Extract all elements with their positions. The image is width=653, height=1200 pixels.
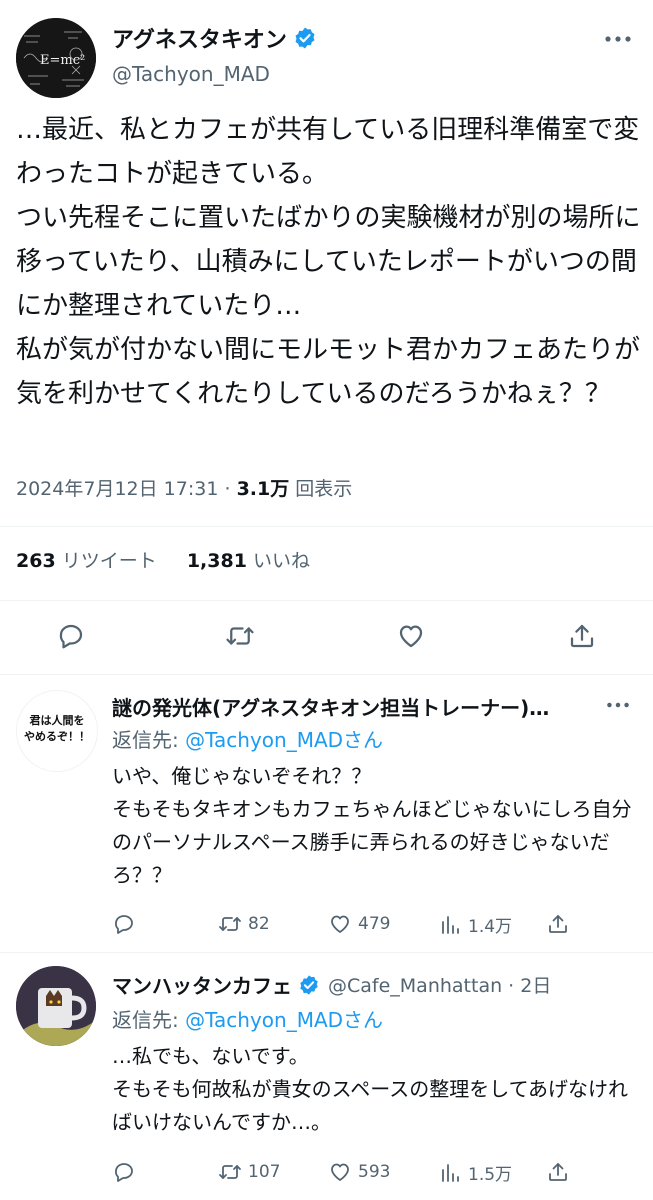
- tweet-text: …最近、私とカフェが共有している旧理科準備室で変わったコトが起きている。 つい先…: [16, 115, 641, 409]
- reply-action-retweet[interactable]: 82: [218, 912, 270, 936]
- divider: [0, 526, 653, 527]
- share-icon[interactable]: [567, 621, 597, 651]
- reply-to-line: 返信先: @Tachyon_MADさん: [112, 724, 383, 753]
- reply-action-share[interactable]: [546, 912, 576, 936]
- reply-action-views[interactable]: 1.4万: [438, 912, 512, 937]
- reply-action-like[interactable]: 479: [328, 912, 390, 936]
- retweets-label: リツイート: [61, 550, 157, 572]
- reply-to-prefix: 返信先:: [112, 728, 179, 752]
- divider: [0, 952, 653, 953]
- author-handle[interactable]: @Tachyon_MAD: [112, 62, 270, 86]
- reply-author-row[interactable]: 謎の発光体(アグネスタキオン担当トレーナー)…: [112, 692, 549, 721]
- like-icon: [331, 915, 349, 933]
- svg-text:E=mc²: E=mc²: [40, 53, 85, 68]
- reply-to-mention[interactable]: @Tachyon_MADさん: [185, 1008, 383, 1032]
- author-name-row[interactable]: アグネスタキオン: [112, 22, 317, 54]
- views-count: 1.4万: [468, 917, 513, 937]
- reply-text: いや、俺じゃないぞそれ？？ そもそもタキオンもカフェちゃんほどじゃないにしろ自分…: [112, 764, 632, 887]
- reply-icon[interactable]: [56, 621, 86, 651]
- meta-separator: ·: [224, 478, 231, 500]
- reply-action-reply[interactable]: [112, 912, 142, 936]
- like-count: 593: [358, 1162, 391, 1182]
- reply-icon: [115, 1163, 133, 1182]
- likes-stat[interactable]: 1,381 いいね: [187, 550, 310, 572]
- author-avatar[interactable]: E=mc²: [16, 18, 96, 98]
- reply-action-retweet[interactable]: 107: [218, 1160, 280, 1184]
- reply-icon: [115, 915, 133, 934]
- reply-avatar[interactable]: [16, 966, 96, 1046]
- verified-badge-icon: [300, 974, 318, 995]
- share-icon: [549, 1163, 567, 1181]
- divider: [0, 600, 653, 601]
- reply-author-name[interactable]: 謎の発光体(アグネスタキオン担当トレーナー)…: [112, 692, 549, 721]
- reply-to-prefix: 返信先:: [112, 1008, 179, 1032]
- more-options-icon[interactable]: [604, 34, 632, 44]
- reply-to-mention[interactable]: @Tachyon_MADさん: [185, 728, 383, 752]
- likes-label: いいね: [252, 550, 310, 572]
- retweet-icon[interactable]: [225, 621, 255, 651]
- reply-author-name[interactable]: マンハッタンカフェ: [112, 970, 292, 999]
- tweet-stats: 263 リツイート 1,381 いいね: [16, 546, 310, 573]
- like-icon: [331, 1163, 349, 1181]
- retweet-count: 82: [248, 914, 270, 934]
- tweet-date[interactable]: 2024年7月12日 17:31: [16, 478, 218, 500]
- reply-handle-time[interactable]: @Cafe_Manhattan · 2日: [328, 971, 551, 998]
- retweet-count: 107: [248, 1162, 281, 1182]
- divider: [0, 674, 653, 675]
- reply-action-reply[interactable]: [112, 1160, 142, 1184]
- retweet-icon: [219, 1165, 241, 1179]
- reply-avatar[interactable]: 君は人間を やめるぞ！！: [16, 690, 98, 772]
- views-count: 1.5万: [468, 1165, 513, 1185]
- more-options-icon[interactable]: [606, 700, 630, 710]
- avatar-text: 君は人間を やめるぞ！！: [24, 714, 90, 743]
- views-icon: [442, 1163, 459, 1182]
- share-icon: [549, 915, 567, 933]
- views-label: 回表示: [295, 478, 353, 500]
- verified-badge-icon: [295, 27, 315, 49]
- retweets-stat[interactable]: 263 リツイート: [16, 550, 157, 572]
- reply-action-views[interactable]: 1.5万: [438, 1160, 512, 1185]
- author-name[interactable]: アグネスタキオン: [112, 22, 287, 54]
- like-count: 479: [358, 914, 391, 934]
- likes-count: 1,381: [186, 550, 247, 572]
- reply-to-line: 返信先: @Tachyon_MADさん: [112, 1004, 383, 1033]
- reply-author-row[interactable]: マンハッタンカフェ @Cafe_Manhattan · 2日: [112, 970, 551, 999]
- reply-text: …私でも、ないです。 そもそも何故私が貴女のスペースの整理をしてあげなければいけ…: [112, 1044, 628, 1134]
- views-count: 3.1万: [236, 478, 290, 500]
- like-icon[interactable]: [396, 621, 426, 651]
- retweet-icon: [219, 917, 241, 931]
- tweet-meta: 2024年7月12日 17:31 · 3.1万 回表示: [16, 474, 352, 501]
- reply-action-like[interactable]: 593: [328, 1160, 390, 1184]
- views-icon: [442, 915, 459, 934]
- reply-action-share[interactable]: [546, 1160, 576, 1184]
- retweets-count: 263: [16, 550, 56, 572]
